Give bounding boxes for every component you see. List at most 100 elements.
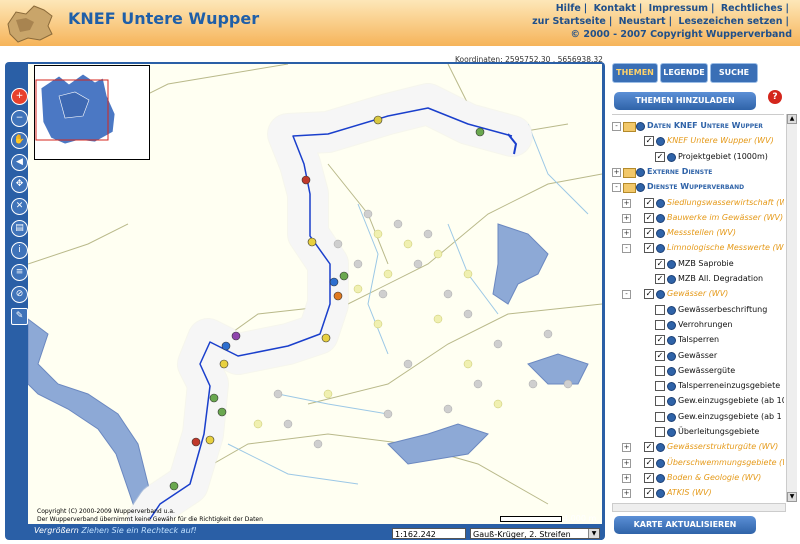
layer-icon	[667, 305, 676, 315]
expand-icon[interactable]: +	[622, 198, 631, 208]
layer-checkbox[interactable]	[655, 304, 665, 315]
scroll-up-icon[interactable]: ▲	[787, 114, 797, 124]
layer-checkbox[interactable]: ✓	[644, 243, 654, 254]
expand-icon[interactable]: +	[612, 167, 621, 177]
folder-icon	[623, 122, 636, 132]
collapse-icon[interactable]: -	[622, 244, 631, 254]
layer-checkbox[interactable]: ✓	[655, 274, 665, 284]
layer-icon	[656, 137, 665, 147]
expand-icon[interactable]: +	[622, 213, 631, 223]
expand-icon[interactable]: +	[622, 489, 631, 499]
layer-checkbox[interactable]	[655, 427, 665, 437]
link-startseite[interactable]: zur Startseite	[532, 16, 606, 27]
layer-checkbox[interactable]	[655, 411, 665, 422]
info-icon[interactable]: i	[11, 242, 28, 259]
sub-bar	[0, 46, 800, 60]
layer-checkbox[interactable]: ✓	[644, 228, 654, 239]
theme-tree: - Daten KNEF Untere Wupper ✓ KNEF Untere Wu…	[612, 114, 784, 503]
app-title: KNEF Untere Wupper	[68, 9, 260, 28]
search-map-icon[interactable]: ⊘	[11, 286, 28, 303]
layer-checkbox[interactable]: ✓	[644, 136, 654, 147]
layer-checkbox[interactable]	[655, 365, 665, 376]
tree-item-label: Boden & Geologie (WV)	[667, 472, 762, 482]
status-message: Vergrößern Ziehen Sie ein Rechteck auf!	[34, 526, 197, 535]
layer-icon	[667, 397, 676, 407]
layer-checkbox[interactable]: ✓	[644, 212, 654, 223]
zoom-out-icon[interactable]: −	[11, 110, 28, 127]
scale-bar-label: 4.000 m	[563, 514, 597, 523]
measure-icon[interactable]: ≡	[11, 264, 28, 281]
add-themes-button[interactable]: THEMEN HINZULADEN	[614, 92, 756, 110]
pan-icon[interactable]: ✋	[11, 132, 28, 149]
tree-item-label: Talsperren	[678, 335, 720, 345]
layer-icon	[656, 229, 665, 239]
layer-icon	[667, 366, 676, 376]
expand-icon[interactable]: +	[622, 443, 631, 453]
layer-checkbox[interactable]: ✓	[644, 457, 654, 468]
draw-icon[interactable]: ✎	[11, 308, 28, 325]
collapse-icon[interactable]: -	[622, 290, 631, 300]
tab-suche[interactable]: SUCHE	[710, 63, 758, 83]
layer-checkbox[interactable]: ✓	[644, 442, 654, 453]
layer-icon	[656, 489, 665, 499]
link-impressum[interactable]: Impressum	[649, 3, 708, 14]
chevron-down-icon[interactable]: ▼	[588, 529, 599, 538]
scale-input[interactable]: 1:162.242	[392, 528, 466, 539]
tree-item-label: MZB Saprobie	[678, 258, 734, 268]
help-icon[interactable]: ?	[768, 90, 782, 104]
link-lesezeichen[interactable]: Lesezeichen setzen	[678, 16, 782, 27]
full-extent-icon[interactable]: ✥	[11, 176, 28, 193]
map-copyright: Copyright (C) 2000-2009 Wupperverband u.…	[37, 508, 263, 523]
overview-map[interactable]	[34, 65, 150, 160]
layer-icon	[636, 183, 645, 193]
tab-legende[interactable]: LEGENDE	[660, 63, 708, 83]
zoom-in-icon[interactable]: +	[11, 88, 28, 105]
tree-item-label: ATKIS (WV)	[667, 488, 712, 498]
link-rechtliches[interactable]: Rechtliches	[721, 3, 783, 14]
layer-checkbox[interactable]: ✓	[655, 151, 665, 162]
top-links: Hilfe | Kontakt | Impressum | Rechtliches | …	[532, 3, 792, 40]
layer-checkbox[interactable]: ✓	[655, 258, 665, 269]
layer-checkbox[interactable]: ✓	[655, 335, 665, 346]
print-icon[interactable]: ▤	[11, 220, 28, 237]
layer-checkbox[interactable]	[655, 319, 665, 330]
tree-item-label: Gewässergüte	[678, 365, 736, 375]
status-tool-name: Vergrößern	[34, 526, 79, 535]
layer-icon	[667, 152, 676, 162]
layer-checkbox[interactable]: ✓	[644, 289, 654, 300]
expand-icon[interactable]: +	[622, 458, 631, 468]
tree-item-label: Messstellen (WV)	[667, 228, 736, 238]
refresh-map-button[interactable]: KARTE AKTUALISIEREN	[614, 516, 756, 534]
layer-icon	[656, 244, 665, 254]
collapse-icon[interactable]: -	[612, 183, 621, 193]
layer-icon	[667, 259, 676, 269]
layer-checkbox[interactable]	[655, 381, 665, 392]
tree-item-label: Gewässer	[678, 350, 718, 360]
tree-item-label: Limnologische Messwerte (WV)	[667, 243, 784, 253]
tab-themen[interactable]: THEMEN	[612, 63, 658, 83]
scroll-down-icon[interactable]: ▼	[787, 492, 797, 502]
tree-scrollbar[interactable]: ▲ ▼	[786, 114, 797, 502]
expand-icon[interactable]: +	[622, 473, 631, 483]
tree-item-label: Gew.einzugsgebiete (ab 1 km²)	[678, 411, 784, 421]
link-hilfe[interactable]: Hilfe	[556, 3, 581, 14]
layer-checkbox[interactable]: ✓	[644, 488, 654, 499]
layer-icon	[656, 213, 665, 223]
tree-horizontal-scrollbar[interactable]	[612, 503, 786, 512]
layer-icon	[667, 320, 676, 330]
back-icon[interactable]: ◀	[11, 154, 28, 171]
layer-checkbox[interactable]: ✓	[655, 350, 665, 361]
expand-icon[interactable]: +	[622, 229, 631, 239]
link-neustart[interactable]: Neustart	[619, 16, 666, 27]
clear-selection-icon[interactable]: ✕	[11, 198, 28, 215]
layer-icon	[667, 382, 676, 392]
layer-checkbox[interactable]	[655, 396, 665, 407]
tree-item-label: Gewässer (WV)	[667, 289, 729, 299]
layer-checkbox[interactable]: ✓	[644, 472, 654, 483]
tree-item-label: Externe Dienste	[647, 166, 713, 176]
overview-region-icon	[35, 73, 116, 145]
projection-select[interactable]: Gauß-Krüger, 2. Streifen ▼	[470, 528, 600, 539]
collapse-icon[interactable]: -	[612, 122, 621, 131]
layer-checkbox[interactable]: ✓	[644, 197, 654, 208]
link-kontakt[interactable]: Kontakt	[594, 3, 636, 14]
